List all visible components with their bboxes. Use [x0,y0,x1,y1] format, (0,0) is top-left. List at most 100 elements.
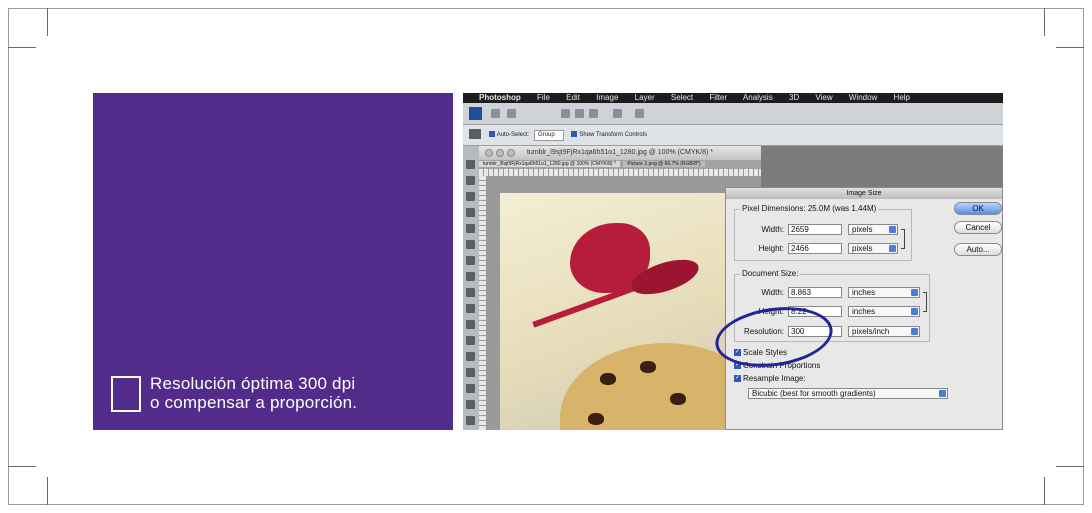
menu-file[interactable]: File [537,93,550,102]
move-tool-icon[interactable] [466,160,475,169]
path-selection-tool-icon[interactable] [466,416,475,425]
crop-mark-top-left-v [47,8,48,36]
tools-panel [463,146,480,430]
stamp-tool-icon[interactable] [466,288,475,297]
horizontal-ruler [479,169,761,176]
resample-image-checkbox[interactable]: ✓ Resample Image: [734,374,806,383]
hand-icon[interactable] [561,109,570,118]
eyedropper-tool-icon[interactable] [466,240,475,249]
history-brush-tool-icon[interactable] [466,304,475,313]
doc-width-input[interactable]: 8.863 [788,287,842,298]
document-tabs: tumblr_l9sjt9FjRx1qa6h51o1_1280.jpg @ 10… [479,160,761,169]
crop-mark-bottom-right-h [1056,466,1084,467]
brush-tool-icon[interactable] [466,272,475,281]
menu-view[interactable]: View [815,93,832,102]
document-title: tumblr_l9sjt9FjRx1qa6h51o1_1280.jpg @ 10… [526,149,714,156]
checkbox-square-icon [111,376,141,412]
document-link-icon [923,292,927,312]
healing-tool-icon[interactable] [466,256,475,265]
vertical-ruler [479,176,486,430]
document-size-label: Document Size: [740,269,801,278]
dropdown-arrow-icon [911,308,918,315]
zoom-window-icon[interactable] [507,149,515,157]
screen-mode-icon[interactable] [507,109,516,118]
move-tool-icon[interactable] [469,129,481,140]
caption-line-2: o compensar a proporción. [150,393,358,412]
cancel-button[interactable]: Cancel [954,221,1002,234]
doc-width-unit-select[interactable]: inches [848,287,920,298]
chocolate-chip [600,373,616,385]
menu-analysis[interactable]: Analysis [743,93,773,102]
pixel-height-input[interactable]: 2466 [788,243,842,254]
pen-tool-icon[interactable] [466,384,475,393]
photoshop-screenshot: Photoshop File Edit Image Layer Select F… [463,93,1003,430]
chocolate-chip [670,393,686,405]
tab-document-1[interactable]: tumblr_l9sjt9FjRx1qa6h51o1_1280.jpg @ 10… [479,161,620,167]
pixel-width-label: Width: [761,225,784,234]
resolution-unit-select[interactable]: pixels/inch [848,326,920,337]
blur-tool-icon[interactable] [466,352,475,361]
arrange-icon[interactable] [613,109,622,118]
show-transform-label: Show Transform Controls [579,132,648,138]
menu-help[interactable]: Help [894,93,910,102]
minimize-window-icon[interactable] [496,149,504,157]
dropdown-arrow-icon [939,390,946,397]
document-title-bar: tumblr_l9sjt9FjRx1qa6h51o1_1280.jpg @ 10… [479,146,761,160]
gradient-tool-icon[interactable] [466,336,475,345]
zoom-icon[interactable] [575,109,584,118]
auto-select-dropdown[interactable]: Group [534,130,564,141]
dialog-title: Image Size [726,188,1002,199]
pixel-width-input[interactable]: 2659 [788,224,842,235]
auto-select-label: Auto-Select: [496,132,530,138]
auto-button[interactable]: Auto... [954,243,1002,256]
doc-width-label: Width: [761,288,784,297]
checkmark-icon: ✓ [734,375,741,383]
image-canvas[interactable] [500,193,761,430]
crop-mark-bottom-right-v [1044,477,1045,505]
pixel-width-unit-select[interactable]: pixels [848,224,898,235]
type-tool-icon[interactable] [466,400,475,409]
caption: Resolución óptima 300 dpi o compensar a … [150,374,357,412]
menu-filter[interactable]: Filter [709,93,727,102]
menu-image[interactable]: Image [596,93,618,102]
menu-select[interactable]: Select [671,93,693,102]
caption-line-1: Resolución óptima 300 dpi [150,374,356,393]
doc-height-unit-select[interactable]: inches [848,306,920,317]
menu-bar: Photoshop File Edit Image Layer Select F… [463,93,1003,103]
dodge-tool-icon[interactable] [466,368,475,377]
dropdown-arrow-icon [889,245,896,252]
eraser-tool-icon[interactable] [466,320,475,329]
app-bar [463,103,1003,125]
chocolate-chip [640,361,656,373]
dropdown-arrow-icon [889,226,896,233]
marquee-tool-icon[interactable] [466,176,475,185]
menu-3d[interactable]: 3D [789,93,799,102]
close-window-icon[interactable] [485,149,493,157]
lasso-tool-icon[interactable] [466,192,475,201]
tab-document-2[interactable]: Picture 2.png @ 66.7% (RGB/8*) [623,161,705,167]
pixel-height-unit-select[interactable]: pixels [848,243,898,254]
workspace-icon[interactable] [635,109,644,118]
crop-tool-icon[interactable] [466,224,475,233]
menu-window[interactable]: Window [849,93,877,102]
crop-mark-top-right-v [1044,8,1045,36]
auto-select-checkbox-icon[interactable] [488,131,495,138]
chocolate-chip [588,413,604,425]
bridge-icon[interactable] [491,109,500,118]
menu-photoshop[interactable]: Photoshop [479,93,521,102]
ps-logo-icon [469,107,482,120]
pixel-dimensions-label: Pixel Dimensions: 25.0M (was 1.44M) [740,204,879,213]
dropdown-arrow-icon [911,289,918,296]
pixel-dimensions-summary: 25.0M (was 1.44M) [807,204,877,213]
crop-mark-top-left-h [8,47,36,48]
show-transform-checkbox-icon[interactable] [571,131,578,138]
rotate-icon[interactable] [589,109,598,118]
resample-method-select[interactable]: Bicubic (best for smooth gradients) [748,388,948,399]
options-bar: Auto-Select: Group Show Transform Contro… [463,125,1003,146]
menu-layer[interactable]: Layer [635,93,655,102]
pixel-height-label: Height: [758,244,784,253]
crop-mark-top-right-h [1056,47,1084,48]
magic-wand-tool-icon[interactable] [466,208,475,217]
ok-button[interactable]: OK [954,202,1002,215]
menu-edit[interactable]: Edit [566,93,580,102]
